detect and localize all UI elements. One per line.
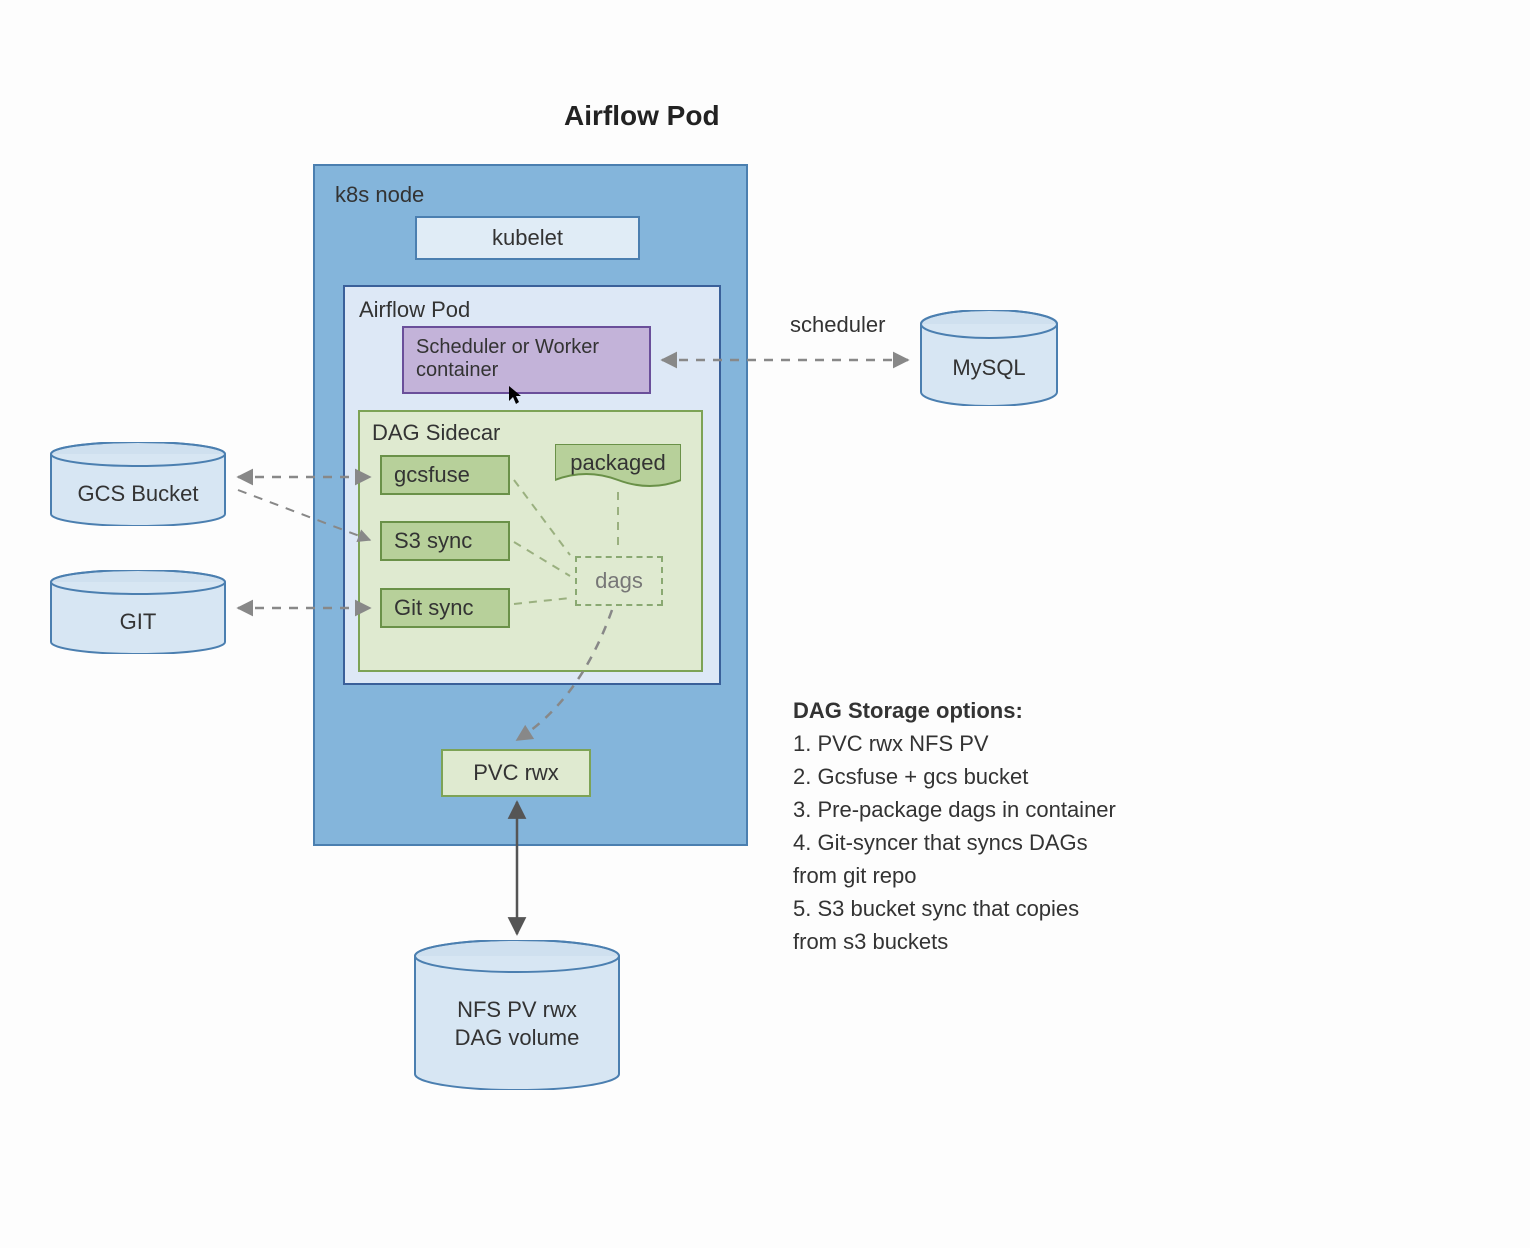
options-heading: DAG Storage options: xyxy=(793,694,1123,727)
mysql-cylinder: MySQL xyxy=(919,310,1059,406)
gcsfuse-box: gcsfuse xyxy=(380,455,510,495)
diagram-title: Airflow Pod xyxy=(564,100,720,132)
cursor-icon xyxy=(508,385,522,405)
options-item-3: 3. Pre-package dags in container xyxy=(793,793,1123,826)
options-item-2: 2. Gcsfuse + gcs bucket xyxy=(793,760,1123,793)
options-item-4: 4. Git-syncer that syncs DAGs from git r… xyxy=(793,826,1123,892)
scheduler-worker-box: Scheduler or Worker container xyxy=(402,326,651,394)
kubelet-box: kubelet xyxy=(415,216,640,260)
options-block: DAG Storage options: 1. PVC rwx NFS PV 2… xyxy=(793,694,1123,958)
k8s-node-label: k8s node xyxy=(335,182,424,208)
gcs-cylinder: GCS Bucket xyxy=(49,442,227,526)
packaged-label: packaged xyxy=(555,450,681,476)
mysql-label: MySQL xyxy=(919,354,1059,382)
pvc-label: PVC rwx xyxy=(473,760,559,786)
dags-label: dags xyxy=(595,568,643,594)
packaged-box: packaged xyxy=(555,444,681,488)
git-label: GIT xyxy=(49,608,227,636)
gcsfuse-label: gcsfuse xyxy=(394,462,470,488)
pvc-box: PVC rwx xyxy=(441,749,591,797)
scheduler-edge-label: scheduler xyxy=(790,312,885,338)
kubelet-label: kubelet xyxy=(492,225,563,251)
s3sync-box: S3 sync xyxy=(380,521,510,561)
options-item-1: 1. PVC rwx NFS PV xyxy=(793,727,1123,760)
dag-sidecar-label: DAG Sidecar xyxy=(372,420,500,446)
nfs-cylinder: NFS PV rwx DAG volume xyxy=(413,940,621,1090)
diagram-canvas: Airflow Pod k8s node kubelet Airflow Pod… xyxy=(0,0,1530,1248)
git-cylinder: GIT xyxy=(49,570,227,654)
gitsync-box: Git sync xyxy=(380,588,510,628)
gitsync-label: Git sync xyxy=(394,595,473,621)
dags-box: dags xyxy=(575,556,663,606)
connectors xyxy=(0,0,1530,1248)
nfs-label: NFS PV rwx DAG volume xyxy=(413,996,621,1051)
s3sync-label: S3 sync xyxy=(394,528,472,554)
airflow-pod-label: Airflow Pod xyxy=(359,297,470,323)
options-item-5: 5. S3 bucket sync that copies from s3 bu… xyxy=(793,892,1123,958)
gcs-label: GCS Bucket xyxy=(49,480,227,508)
scheduler-worker-label: Scheduler or Worker container xyxy=(416,336,599,381)
